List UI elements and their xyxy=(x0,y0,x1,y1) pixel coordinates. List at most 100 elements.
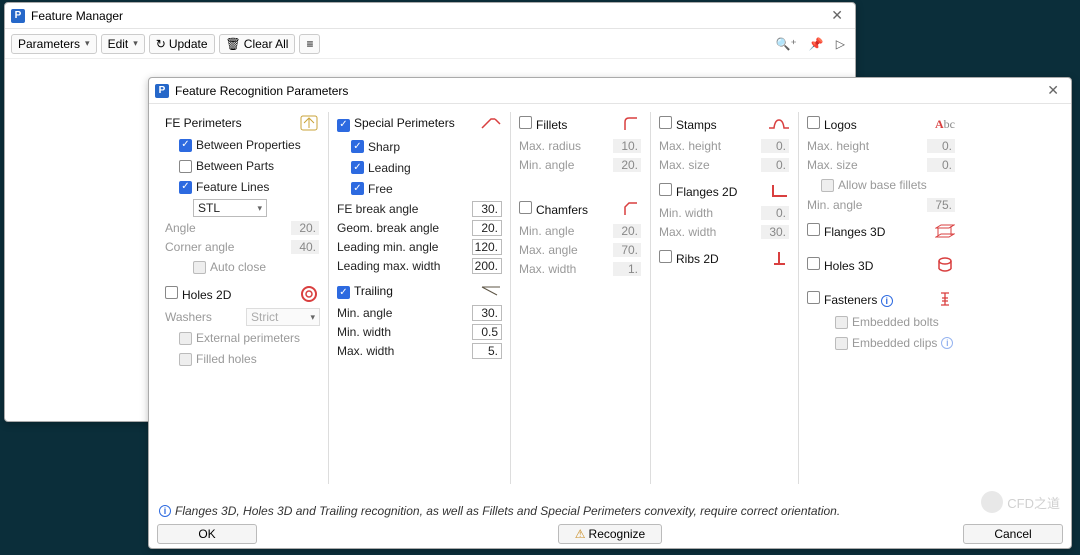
holes-2d-icon xyxy=(298,287,320,301)
washers-label: Washers xyxy=(165,310,212,324)
trailing-min-angle-input[interactable]: 30. xyxy=(472,305,502,321)
leading-checkbox[interactable] xyxy=(351,161,364,174)
fe-perimeters-title: FE Perimeters xyxy=(165,116,242,130)
clear-all-button[interactable]: 🗑 Clear All xyxy=(219,34,296,54)
update-button[interactable]: ↻ Update xyxy=(149,34,215,54)
ribs-2d-checkbox[interactable] xyxy=(659,250,672,263)
flanges-3d-checkbox[interactable] xyxy=(807,223,820,236)
watermark-badge-icon xyxy=(981,491,1003,513)
corner-angle-label: Corner angle xyxy=(165,240,234,254)
fillets-min-angle-input[interactable]: 20. xyxy=(612,157,642,173)
cancel-button[interactable]: Cancel xyxy=(963,524,1063,544)
stamps-title: Stamps xyxy=(676,118,717,132)
fasteners-title: Fasteners xyxy=(824,293,877,307)
fe-break-angle-input[interactable]: 30. xyxy=(472,201,502,217)
free-checkbox[interactable] xyxy=(351,182,364,195)
flanges2d-max-width-input[interactable]: 30. xyxy=(760,224,790,240)
filled-holes-checkbox xyxy=(179,353,192,366)
special-perimeters-checkbox[interactable] xyxy=(337,119,350,132)
trailing-min-width-input[interactable]: 0.5 xyxy=(472,324,502,340)
ok-button[interactable]: OK xyxy=(157,524,257,544)
fasteners-checkbox[interactable] xyxy=(807,291,820,304)
corner-angle-input[interactable]: 40. xyxy=(290,239,320,255)
chamfers-max-width-input[interactable]: 1. xyxy=(612,261,642,277)
logos-title: Logos xyxy=(824,118,857,132)
chamfers-max-angle-input[interactable]: 70. xyxy=(612,242,642,258)
logos-icon: Abc xyxy=(934,117,956,131)
between-parts-checkbox[interactable] xyxy=(179,160,192,173)
edit-button[interactable]: Edit xyxy=(101,34,145,54)
ribs-2d-icon xyxy=(768,251,790,265)
recognize-button[interactable]: ⚠Recognize xyxy=(558,524,662,544)
logos-max-size-input[interactable]: 0. xyxy=(926,157,956,173)
leading-min-angle-input[interactable]: 120. xyxy=(472,239,502,255)
feature-lines-select[interactable]: STL xyxy=(193,199,267,217)
chamfers-icon xyxy=(620,202,642,216)
special-perimeters-title: Special Perimeters xyxy=(354,116,455,130)
close-icon[interactable]: ✕ xyxy=(825,7,849,24)
holes-2d-checkbox[interactable] xyxy=(165,286,178,299)
titlebar: P Feature Manager ✕ xyxy=(5,3,855,29)
feature-recognition-dialog: P Feature Recognition Parameters ✕ FE Pe… xyxy=(148,77,1072,549)
trailing-max-width-input[interactable]: 5. xyxy=(472,343,502,359)
holes-2d-title: Holes 2D xyxy=(182,288,231,302)
flanges-2d-checkbox[interactable] xyxy=(659,183,672,196)
between-properties-checkbox[interactable] xyxy=(179,139,192,152)
window-title: Feature Manager xyxy=(31,9,825,23)
stamps-max-height-input[interactable]: 0. xyxy=(760,138,790,154)
fe-perimeters-icon xyxy=(298,116,320,130)
chamfers-title: Chamfers xyxy=(536,203,588,217)
trailing-checkbox[interactable] xyxy=(337,286,350,299)
close-icon[interactable]: ✕ xyxy=(1041,82,1065,99)
info-bar: i Flanges 3D, Holes 3D and Trailing reco… xyxy=(159,504,1061,518)
fillets-checkbox[interactable] xyxy=(519,116,532,129)
embedded-bolts-checkbox xyxy=(835,316,848,329)
info-icon: i xyxy=(941,337,953,349)
titlebar: P Feature Recognition Parameters ✕ xyxy=(149,78,1071,104)
stamps-icon xyxy=(768,117,790,131)
fillets-title: Fillets xyxy=(536,118,567,132)
holes-3d-icon xyxy=(934,258,956,272)
leading-max-width-input[interactable]: 200. xyxy=(472,258,502,274)
fillets-icon xyxy=(620,117,642,131)
ribs-2d-title: Ribs 2D xyxy=(676,252,719,266)
trailing-icon xyxy=(480,284,502,298)
fillets-max-radius-input[interactable]: 10. xyxy=(612,138,642,154)
washers-select[interactable]: Strict xyxy=(246,308,320,326)
watermark: CFD之道 xyxy=(981,491,1060,513)
chamfers-checkbox[interactable] xyxy=(519,201,532,214)
flanges-3d-icon xyxy=(934,224,956,238)
feature-lines-checkbox[interactable] xyxy=(179,181,192,194)
logos-min-angle-input[interactable]: 75. xyxy=(926,197,956,213)
menu-button[interactable]: ≡ xyxy=(299,34,320,54)
holes-3d-checkbox[interactable] xyxy=(807,257,820,270)
special-perimeters-icon xyxy=(480,117,502,131)
sharp-checkbox[interactable] xyxy=(351,140,364,153)
stamps-checkbox[interactable] xyxy=(659,116,672,129)
stamps-max-size-input[interactable]: 0. xyxy=(760,157,790,173)
auto-close-checkbox xyxy=(193,261,206,274)
allow-base-fillets-checkbox xyxy=(821,179,834,192)
fasteners-icon xyxy=(934,292,956,306)
angle-input[interactable]: 20. xyxy=(290,220,320,236)
angle-label: Angle xyxy=(165,221,196,235)
logos-max-height-input[interactable]: 0. xyxy=(926,138,956,154)
flanges-2d-icon xyxy=(768,184,790,198)
zoom-icon[interactable]: 🔍⁺ xyxy=(772,37,801,51)
flanges-2d-title: Flanges 2D xyxy=(676,185,737,199)
parameters-button[interactable]: Parameters xyxy=(11,34,97,54)
app-icon: P xyxy=(11,9,25,23)
info-text: Flanges 3D, Holes 3D and Trailing recogn… xyxy=(175,504,840,518)
pin-icon[interactable]: 📌 xyxy=(805,37,828,51)
geom-break-angle-input[interactable]: 20. xyxy=(472,220,502,236)
info-icon[interactable]: i xyxy=(881,295,893,307)
cursor-icon[interactable]: ▷ xyxy=(832,37,849,51)
dialog-content: FE Perimeters Between Properties Between… xyxy=(149,104,1071,492)
trailing-title: Trailing xyxy=(354,284,393,298)
toolbar: Parameters Edit ↻ Update 🗑 Clear All ≡ 🔍… xyxy=(5,29,855,59)
button-bar: OK ⚠Recognize Cancel xyxy=(157,524,1063,544)
flanges2d-min-width-input[interactable]: 0. xyxy=(760,205,790,221)
info-icon: i xyxy=(159,505,171,517)
chamfers-min-angle-input[interactable]: 20. xyxy=(612,223,642,239)
logos-checkbox[interactable] xyxy=(807,116,820,129)
